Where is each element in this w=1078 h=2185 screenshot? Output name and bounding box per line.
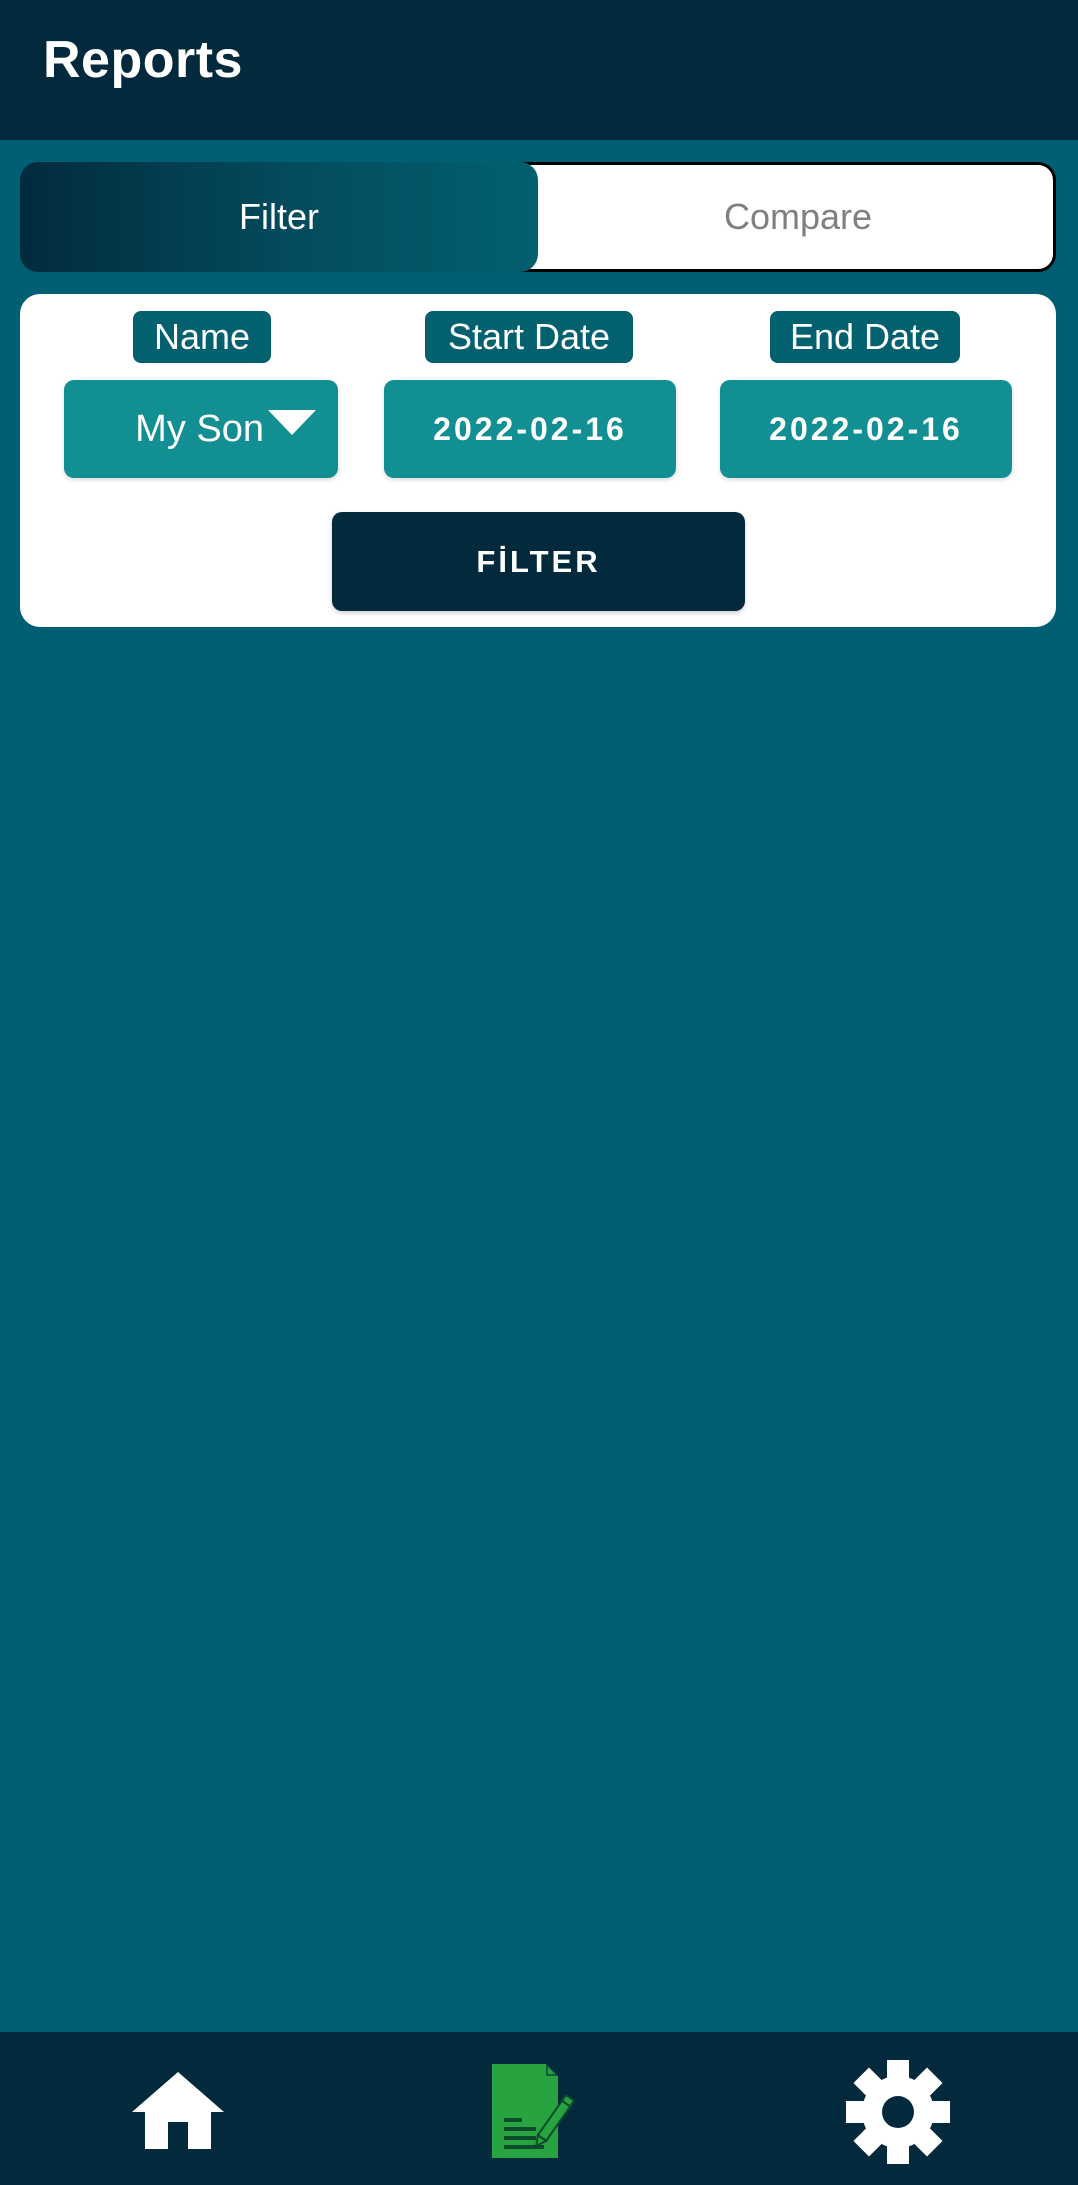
start-date-value: 2022-02-16: [433, 410, 627, 447]
gear-icon: [846, 2060, 950, 2164]
tab-bar: Compare Filter: [20, 162, 1056, 272]
name-dropdown-value: My Son: [135, 407, 264, 450]
end-date-field[interactable]: 2022-02-16: [720, 380, 1012, 478]
nav-settings[interactable]: [838, 2052, 958, 2172]
filter-submit-label: FİLTER: [476, 543, 601, 579]
page-title: Reports: [43, 31, 243, 89]
tab-compare-label: Compare: [723, 196, 873, 237]
name-label: Name: [133, 311, 271, 363]
app-header: Reports: [0, 0, 1078, 140]
end-date-label: End Date: [770, 311, 960, 363]
nav-reports[interactable]: [478, 2052, 598, 2172]
dropdown-caret-icon: [268, 409, 316, 435]
name-dropdown[interactable]: My Son: [64, 380, 338, 478]
nav-home[interactable]: [118, 2052, 238, 2172]
start-date-field[interactable]: 2022-02-16: [384, 380, 676, 478]
tab-filter[interactable]: Filter: [20, 162, 538, 272]
start-date-label: Start Date: [425, 311, 633, 363]
end-date-value: 2022-02-16: [769, 410, 963, 447]
home-icon: [132, 2072, 224, 2149]
filter-card: Name Start Date End Date My Son 2022-02-…: [20, 294, 1056, 627]
tab-compare[interactable]: Compare: [500, 162, 1056, 272]
filter-submit-button[interactable]: FİLTER: [332, 512, 745, 611]
tab-filter-label: Filter: [239, 196, 319, 237]
bottom-nav: [0, 2032, 1078, 2185]
report-edit-icon: [492, 2064, 575, 2158]
